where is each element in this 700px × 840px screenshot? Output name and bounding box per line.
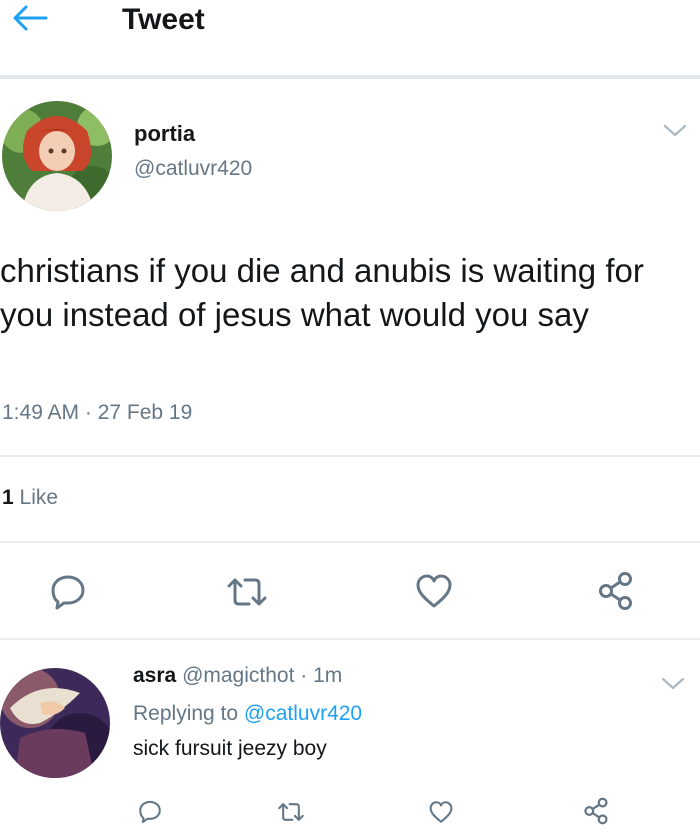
tweet-timestamp[interactable]: 1:49 AM · 27 Feb 19 xyxy=(2,401,192,425)
share-icon xyxy=(583,796,611,826)
likes-count: 1 xyxy=(2,486,14,509)
reply-author-name[interactable]: asra xyxy=(133,664,176,687)
header-divider xyxy=(0,75,700,79)
retweet-icon xyxy=(224,574,270,610)
reply-reply-button[interactable] xyxy=(137,798,163,824)
chevron-down-icon xyxy=(660,677,686,697)
share-button[interactable] xyxy=(597,570,637,612)
page-title: Tweet xyxy=(122,3,205,36)
author-name[interactable]: portia xyxy=(134,121,195,147)
replying-to-mention[interactable]: @catluvr420 xyxy=(244,702,362,725)
heart-icon xyxy=(414,573,454,609)
reply-button[interactable] xyxy=(48,571,88,611)
replying-to-label: Replying to xyxy=(133,702,239,725)
retweet-button[interactable] xyxy=(224,574,270,610)
avatar[interactable] xyxy=(2,101,112,211)
reply-menu-button[interactable] xyxy=(660,675,686,693)
divider xyxy=(0,638,700,640)
tweet-text: christians if you die and anubis is wait… xyxy=(0,252,644,333)
heart-icon xyxy=(428,800,454,824)
replying-to: Replying to @catluvr420 xyxy=(133,702,362,726)
reply-like-button[interactable] xyxy=(428,800,454,824)
reply-icon xyxy=(137,798,163,824)
tweet-menu-button[interactable] xyxy=(662,122,688,140)
reply-share-button[interactable] xyxy=(583,796,611,826)
divider xyxy=(0,541,700,543)
reply-author-handle[interactable]: @magicthot xyxy=(182,664,294,687)
share-icon xyxy=(597,570,637,612)
chevron-down-icon xyxy=(662,124,688,144)
reply-retweet-button[interactable] xyxy=(276,800,306,824)
reply-avatar[interactable] xyxy=(0,668,110,778)
author-handle[interactable]: @catluvr420 xyxy=(134,157,252,181)
retweet-icon xyxy=(276,800,306,824)
like-button[interactable] xyxy=(414,573,454,609)
arrow-left-icon xyxy=(10,5,50,36)
back-button[interactable] xyxy=(10,4,58,38)
likes-label: Like xyxy=(19,486,59,509)
reply-icon xyxy=(48,571,88,611)
divider xyxy=(0,455,700,457)
likes-stat[interactable]: 1 Like xyxy=(2,486,58,510)
reply-time: · 1m xyxy=(300,664,343,687)
reply-header: asra @magicthot · 1m xyxy=(133,664,342,688)
top-bar: Tweet xyxy=(0,0,700,79)
reply-text: sick fursuit jeezy boy xyxy=(133,737,327,760)
